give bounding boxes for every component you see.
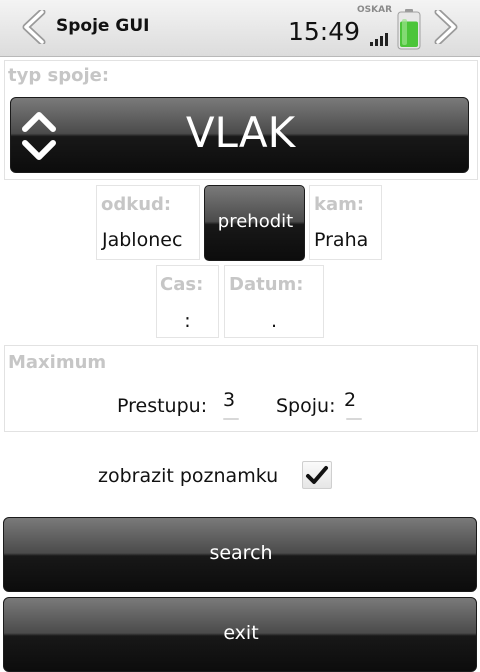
checkmark-icon bbox=[306, 466, 328, 484]
connections-value: 2 bbox=[344, 389, 357, 411]
type-selector[interactable]: VLAK bbox=[10, 97, 469, 173]
transfers-label: Prestupu: bbox=[117, 395, 208, 417]
maximum-label: Maximum bbox=[8, 352, 107, 373]
clock: 15:49 bbox=[288, 17, 361, 46]
battery-icon bbox=[397, 9, 421, 50]
search-button[interactable]: search bbox=[3, 517, 477, 592]
from-field[interactable]: odkud: Jablonec bbox=[96, 185, 200, 260]
swap-button-label: prehodit bbox=[217, 211, 294, 232]
back-arrow-icon[interactable] bbox=[20, 8, 50, 46]
swap-button[interactable]: prehodit bbox=[204, 185, 305, 261]
connections-label: Spoju: bbox=[276, 395, 336, 417]
show-note-label: zobrazit poznamku bbox=[98, 465, 279, 487]
show-note-checkbox[interactable] bbox=[302, 461, 332, 489]
search-button-label: search bbox=[209, 542, 273, 564]
time-value: : bbox=[184, 310, 191, 332]
transfers-underline bbox=[223, 418, 239, 420]
to-field[interactable]: kam: Praha bbox=[309, 185, 382, 260]
transfers-value: 3 bbox=[223, 389, 236, 411]
connections-underline bbox=[346, 418, 362, 420]
type-value: VLAK bbox=[185, 108, 296, 157]
exit-button-label: exit bbox=[223, 622, 259, 644]
exit-button[interactable]: exit bbox=[3, 597, 477, 672]
transfers-input[interactable]: 3 bbox=[220, 387, 242, 423]
time-label: Cas: bbox=[160, 274, 204, 295]
from-label: odkud: bbox=[101, 194, 172, 215]
to-value: Praha bbox=[314, 229, 369, 251]
forward-arrow-icon[interactable] bbox=[430, 8, 460, 46]
signal-strength-icon bbox=[370, 30, 392, 46]
operator-name: OSKAR bbox=[357, 5, 393, 15]
type-label: typ spoje: bbox=[8, 65, 110, 86]
connections-input[interactable]: 2 bbox=[341, 387, 363, 423]
date-value: . bbox=[270, 310, 278, 332]
date-field[interactable]: Datum: . bbox=[224, 265, 324, 338]
time-field[interactable]: Cas: : bbox=[156, 265, 219, 338]
app-title: Spoje GUI bbox=[56, 16, 150, 36]
from-value: Jablonec bbox=[102, 229, 183, 251]
to-label: kam: bbox=[314, 194, 365, 215]
date-label: Datum: bbox=[229, 274, 304, 295]
